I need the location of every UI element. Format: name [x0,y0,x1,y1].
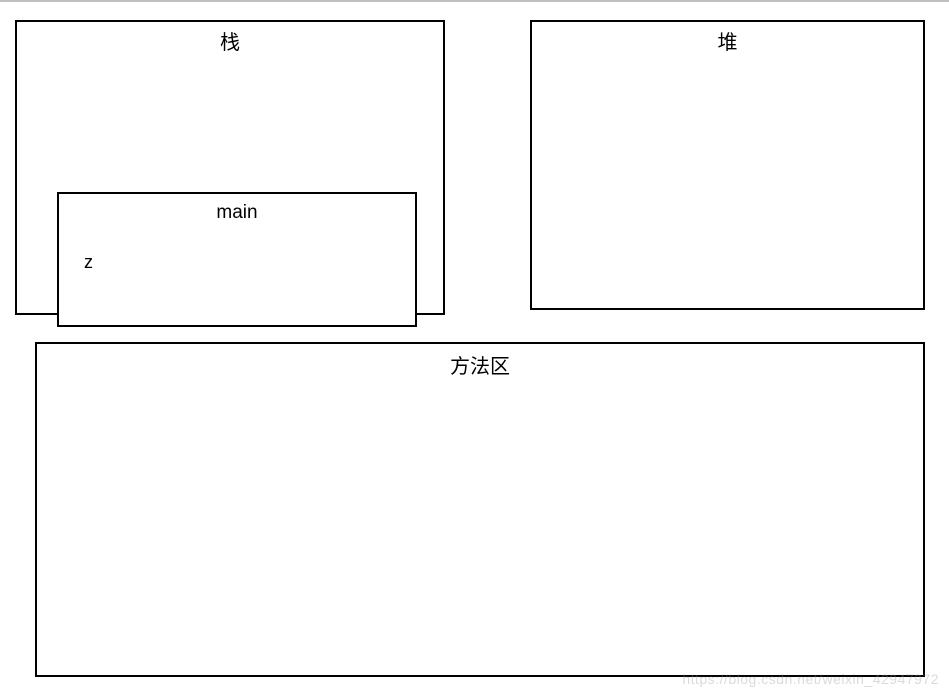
stack-frame-main: main z [57,192,417,327]
stack-title: 栈 [17,26,443,55]
stack-frame-name: main [59,202,415,224]
method-area-region: 方法区 [35,342,925,677]
stack-frame-variable: z [84,252,93,273]
heap-title: 堆 [532,26,923,55]
method-area-title: 方法区 [37,350,923,379]
stack-region: 栈 main z [15,20,445,315]
heap-region: 堆 [530,20,925,310]
watermark-text: https://blog.csdn.net/weixin_42947972 [682,671,939,687]
